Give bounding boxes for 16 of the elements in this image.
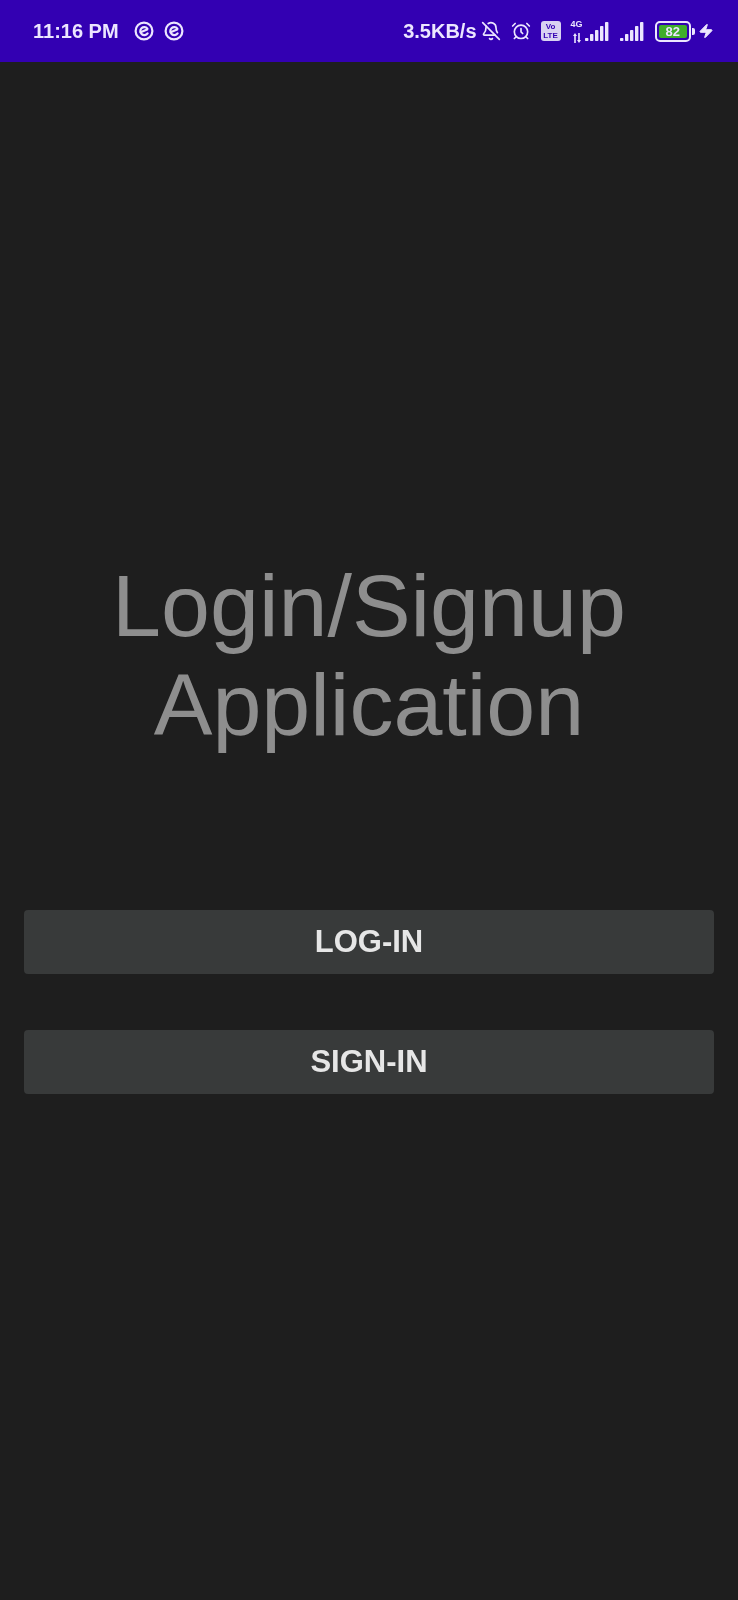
network-type-label: 4G — [570, 19, 583, 29]
signal-bars-icon — [584, 21, 610, 41]
clock-time: 11:16 PM — [33, 19, 119, 43]
alarm-clock-icon — [510, 21, 531, 41]
app-title: Login/Signup Application — [111, 556, 627, 754]
sign-in-button[interactable]: SIGN-IN — [24, 1030, 714, 1094]
bell-muted-icon — [480, 21, 501, 41]
log-in-button[interactable]: LOG-IN — [24, 910, 714, 974]
volte-badge: Vo LTE — [540, 21, 561, 41]
network-speed: 3.5KB/s — [403, 19, 477, 43]
charging-bolt-icon — [698, 23, 714, 39]
up-down-arrows-icon — [572, 33, 581, 43]
circle-logo-icon — [133, 21, 154, 41]
battery-percentage: 82 — [658, 24, 687, 38]
signal-bars-icon — [619, 21, 645, 41]
circle-logo-icon — [163, 21, 184, 41]
